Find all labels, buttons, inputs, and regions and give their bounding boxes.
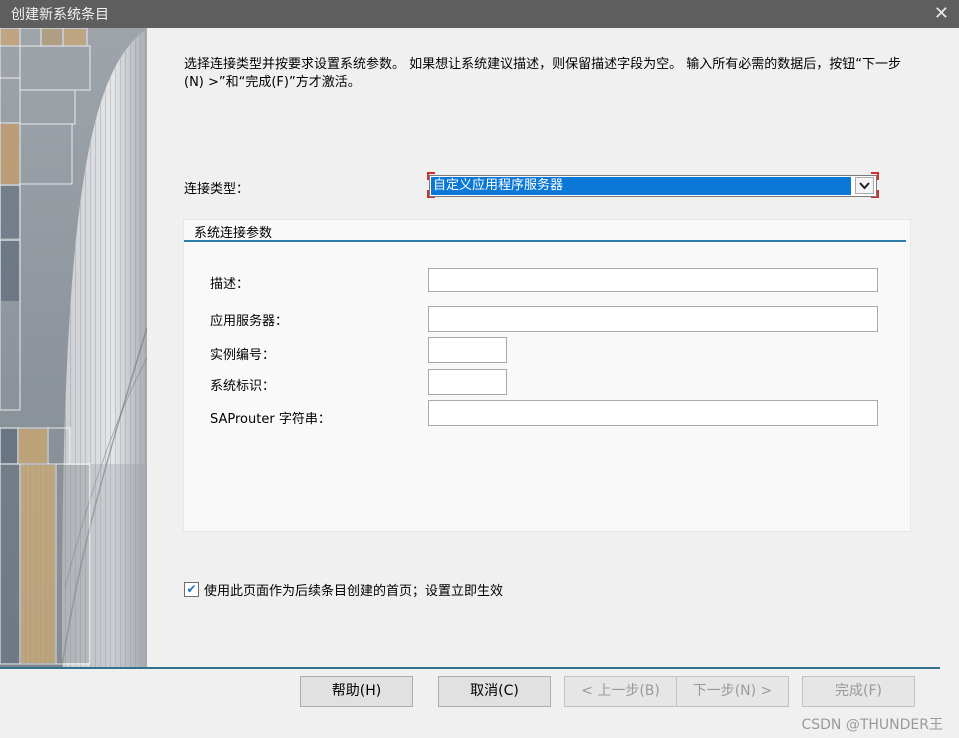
footer-divider — [0, 667, 940, 669]
chevron-down-icon-glyph — [859, 182, 870, 190]
group-divider — [184, 240, 906, 242]
side-banner-image — [0, 28, 147, 667]
description-input[interactable] — [428, 268, 878, 292]
finish-button[interactable]: 完成(F) — [802, 676, 915, 707]
watermark-text: CSDN @THUNDER王 — [801, 717, 943, 733]
default-page-checkbox[interactable]: ✔ — [184, 582, 199, 597]
instance-number-input[interactable] — [428, 337, 507, 363]
cancel-button[interactable]: 取消(C) — [438, 676, 551, 707]
connection-type-label: 连接类型： — [184, 182, 250, 197]
system-id-input[interactable] — [428, 369, 507, 395]
default-page-checkbox-label[interactable]: 使用此页面作为后续条目创建的首页；设置立即生效 — [204, 580, 503, 599]
back-button[interactable]: < 上一步(B) — [564, 676, 677, 707]
building-facade-image — [0, 28, 147, 667]
system-connection-params-group: 系统连接参数 描述： 应用服务器： 实例编号： 系统标识： SAProuter … — [183, 219, 911, 532]
title-bar: 创建新系统条目 ✕ — [0, 0, 959, 28]
close-icon[interactable]: ✕ — [934, 3, 949, 24]
next-button[interactable]: 下一步(N) > — [676, 676, 789, 707]
connection-type-value: 自定义应用程序服务器 — [431, 177, 851, 195]
help-button[interactable]: 帮助(H) — [300, 676, 413, 707]
app-server-input[interactable] — [428, 306, 878, 332]
connection-type-select[interactable]: 自定义应用程序服务器 — [427, 172, 879, 198]
wizard-content: 选择连接类型并按要求设置系统参数。 如果想让系统建议描述，则保留描述字段为空。 … — [147, 28, 959, 667]
app-server-label: 应用服务器： — [210, 314, 289, 329]
window-title: 创建新系统条目 — [11, 7, 109, 23]
saprouter-label: SAProuter 字符串： — [210, 412, 331, 427]
connection-type-box[interactable]: 自定义应用程序服务器 — [429, 175, 877, 197]
chevron-down-icon[interactable] — [855, 177, 874, 194]
group-title: 系统连接参数 — [194, 226, 273, 241]
wizard-footer: 帮助(H) 取消(C) < 上一步(B) 下一步(N) > 完成(F) CSDN… — [0, 667, 959, 738]
saprouter-input[interactable] — [428, 400, 878, 426]
instance-number-label: 实例编号： — [210, 348, 276, 363]
intro-text: 选择连接类型并按要求设置系统参数。 如果想让系统建议描述，则保留描述字段为空。 … — [184, 57, 902, 90]
description-label: 描述： — [210, 277, 250, 292]
system-id-label: 系统标识： — [210, 379, 276, 394]
